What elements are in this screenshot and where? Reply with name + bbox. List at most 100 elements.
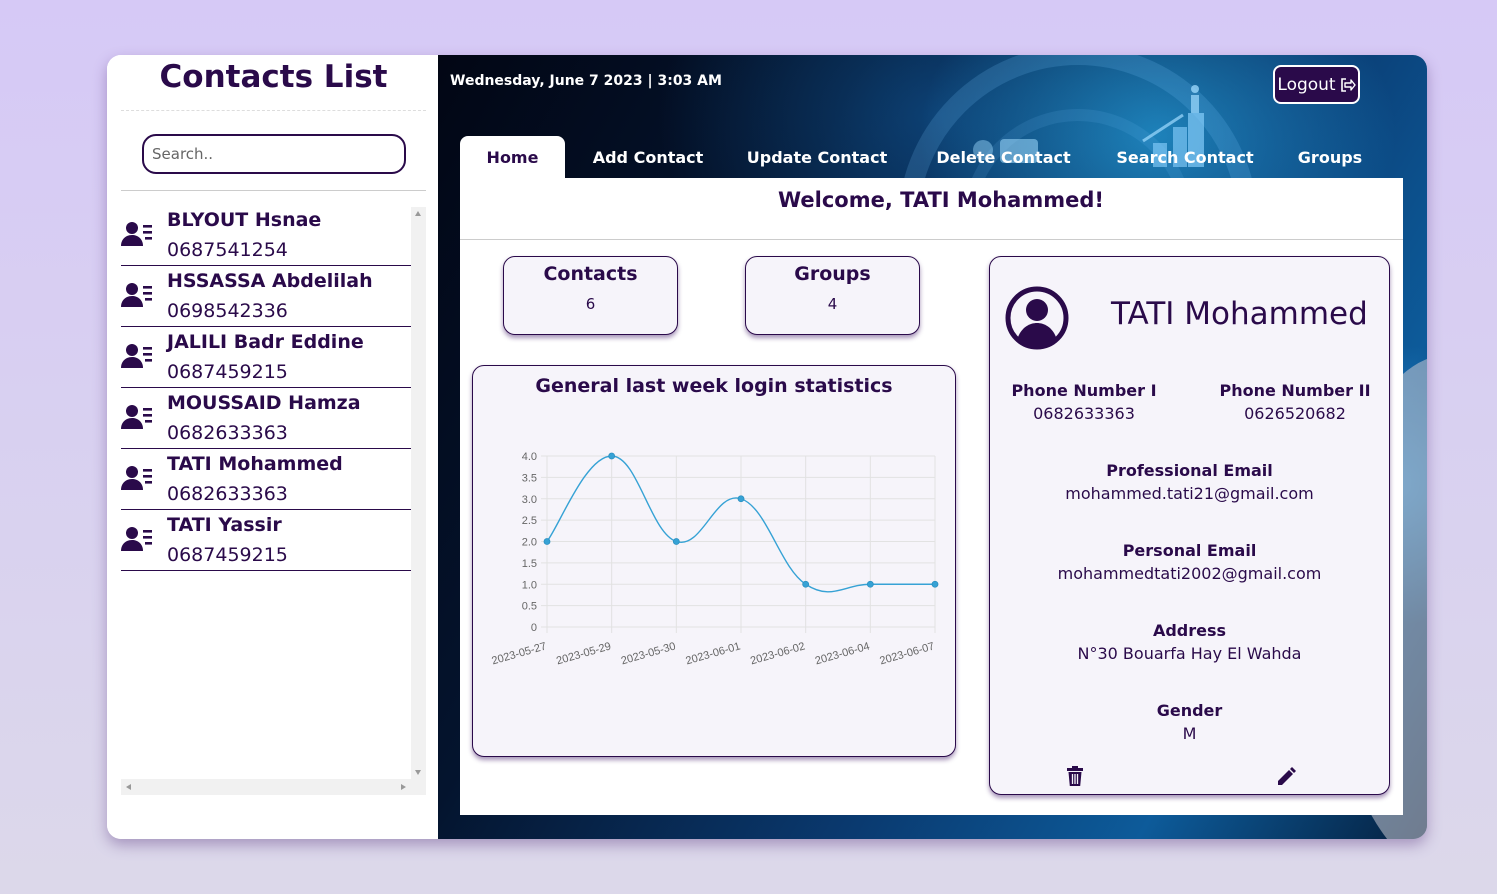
tab-bar: Home Add Contact Update Contact Delete Cont… xyxy=(460,136,1394,178)
welcome-message: Welcome, TATI Mohammed! xyxy=(778,188,1104,212)
phone2-value: 0626520682 xyxy=(1244,404,1346,423)
personal-email-label: Personal Email xyxy=(1122,541,1257,560)
contact-list-item[interactable]: JALILI Badr Eddine 0687459215 xyxy=(121,327,411,388)
gender-label: Gender xyxy=(1156,701,1223,720)
app-window: Contacts List BLYOUT Hsnae 0687541254 HSSA… xyxy=(107,55,1427,839)
vertical-scrollbar[interactable] xyxy=(411,207,426,779)
contact-list-item[interactable]: HSSASSA Abdelilah 0698542336 xyxy=(121,266,411,327)
phone2-field: Phone Number II 0626520682 xyxy=(1215,381,1375,423)
edit-pencil-icon[interactable] xyxy=(1275,765,1297,787)
tab-update-contact[interactable]: Update Contact xyxy=(731,136,903,178)
login-stats-chart: 0 0.5 1.0 1.5 2.0 2.5 3.0 3.5 4.0 2023-05-27 2023-… xyxy=(490,451,939,667)
delete-trash-icon[interactable] xyxy=(1064,765,1086,787)
contacts-sidebar: Contacts List BLYOUT Hsnae 0687541254 HSSA… xyxy=(107,55,438,839)
login-stats-chart-card: General last week login statistics 0 0.5 1… xyxy=(472,365,956,757)
x-tick-label: 2023-06-04 xyxy=(814,640,871,667)
main-panel: Wednesday, June 7 2023 | 3:03 AM Logout … xyxy=(438,55,1427,839)
tab-groups[interactable]: Groups xyxy=(1266,136,1394,178)
personal-email-value: mohammedtati2002@gmail.com xyxy=(1057,564,1322,583)
scroll-up-arrow-icon[interactable] xyxy=(415,211,421,216)
scroll-right-arrow-icon[interactable] xyxy=(401,784,406,790)
address-label: Address xyxy=(1152,621,1227,640)
groups-count-value: 4 xyxy=(827,295,838,313)
contact-list-item[interactable]: TATI Yassir 0687459215 xyxy=(121,510,411,571)
pro-email-value: mohammed.tati21@gmail.com xyxy=(1065,484,1314,503)
tab-delete-contact[interactable]: Delete Contact xyxy=(903,136,1104,178)
tab-add-contact[interactable]: Add Contact xyxy=(565,136,731,178)
data-point xyxy=(866,580,874,588)
sidebar-title: Contacts List xyxy=(159,59,388,95)
y-tick-label: 1.0 xyxy=(522,579,537,591)
address-value: N°30 Bouarfa Hay El Wahda xyxy=(1077,644,1302,663)
divider xyxy=(121,110,426,111)
phone2-label: Phone Number II xyxy=(1219,381,1371,400)
data-point xyxy=(608,452,616,460)
profile-name: TATI Mohammed xyxy=(1111,296,1368,332)
user-avatar-icon xyxy=(1005,286,1069,350)
scroll-left-arrow-icon[interactable] xyxy=(126,784,131,790)
horizontal-scrollbar[interactable] xyxy=(121,779,426,795)
contact-phone: 0698542336 xyxy=(167,300,288,322)
personal-email-field: Personal Email mohammedtati2002@gmail.co… xyxy=(990,541,1389,583)
gender-value: M xyxy=(1182,724,1197,743)
contacts-count-label: Contacts xyxy=(543,263,638,285)
phone1-field: Phone Number I 0682633363 xyxy=(1004,381,1164,423)
data-point xyxy=(802,580,810,588)
contact-list-item[interactable]: BLYOUT Hsnae 0687541254 xyxy=(121,205,411,266)
contact-list: BLYOUT Hsnae 0687541254 HSSASSA Abdelilah 0… xyxy=(121,205,411,571)
contact-name: JALILI Badr Eddine xyxy=(167,331,364,353)
contact-card-icon xyxy=(121,466,152,490)
x-tick-label: 2023-06-01 xyxy=(684,640,741,667)
contact-name: HSSASSA Abdelilah xyxy=(167,270,373,292)
contact-card-icon xyxy=(121,344,152,368)
x-tick-label: 2023-05-27 xyxy=(490,640,547,667)
logout-label: Logout xyxy=(1277,74,1336,95)
data-point xyxy=(737,495,745,503)
contact-name: TATI Yassir xyxy=(167,514,282,536)
tab-search-contact[interactable]: Search Contact xyxy=(1104,136,1266,178)
tab-home[interactable]: Home xyxy=(460,136,565,178)
contact-phone: 0682633363 xyxy=(167,483,288,505)
datetime-label: Wednesday, June 7 2023 | 3:03 AM xyxy=(450,73,722,89)
gender-field: Gender M xyxy=(990,701,1389,743)
logout-icon xyxy=(1340,77,1356,92)
data-point xyxy=(543,538,551,545)
contact-card-icon xyxy=(121,527,152,551)
contact-phone: 0687459215 xyxy=(167,361,288,383)
y-tick-label: 0 xyxy=(531,622,537,634)
y-tick-label: 1.5 xyxy=(522,558,537,570)
x-tick-label: 2023-06-02 xyxy=(749,640,806,667)
profile-card: TATI Mohammed Phone Number I 0682633363 … xyxy=(989,256,1390,795)
x-tick-label: 2023-06-07 xyxy=(878,640,935,667)
data-point xyxy=(931,580,939,588)
logout-button[interactable]: Logout xyxy=(1273,65,1360,104)
contact-phone: 0682633363 xyxy=(167,422,288,444)
scroll-down-arrow-icon[interactable] xyxy=(415,770,421,775)
y-tick-label: 4.0 xyxy=(522,451,537,463)
contact-card-icon xyxy=(121,222,152,246)
contact-name: BLYOUT Hsnae xyxy=(167,209,322,231)
search-input[interactable] xyxy=(142,134,406,174)
groups-count-label: Groups xyxy=(794,263,871,285)
x-tick-label: 2023-05-29 xyxy=(555,640,612,667)
contact-name: TATI Mohammed xyxy=(167,453,343,475)
data-point xyxy=(672,538,680,545)
y-tick-label: 2.5 xyxy=(522,515,537,527)
contact-list-item[interactable]: MOUSSAID Hamza 0682633363 xyxy=(121,388,411,449)
contact-list-item[interactable]: TATI Mohammed 0682633363 xyxy=(121,449,411,510)
contact-name: MOUSSAID Hamza xyxy=(167,392,361,414)
divider xyxy=(121,190,426,191)
contact-card-icon xyxy=(121,283,152,307)
home-content: Welcome, TATI Mohammed! Contacts 6 Group… xyxy=(460,178,1403,815)
contact-card-icon xyxy=(121,405,152,429)
pro-email-label: Professional Email xyxy=(1106,461,1273,480)
contacts-count-card: Contacts 6 xyxy=(503,256,678,335)
contact-phone: 0687541254 xyxy=(167,239,288,261)
groups-count-card: Groups 4 xyxy=(745,256,920,335)
y-tick-label: 3.5 xyxy=(522,472,537,484)
y-tick-label: 0.5 xyxy=(522,601,537,613)
address-field: Address N°30 Bouarfa Hay El Wahda xyxy=(990,621,1389,663)
y-tick-label: 2.0 xyxy=(522,537,537,549)
pro-email-field: Professional Email mohammed.tati21@gmail… xyxy=(990,461,1389,503)
contacts-count-value: 6 xyxy=(585,295,596,313)
